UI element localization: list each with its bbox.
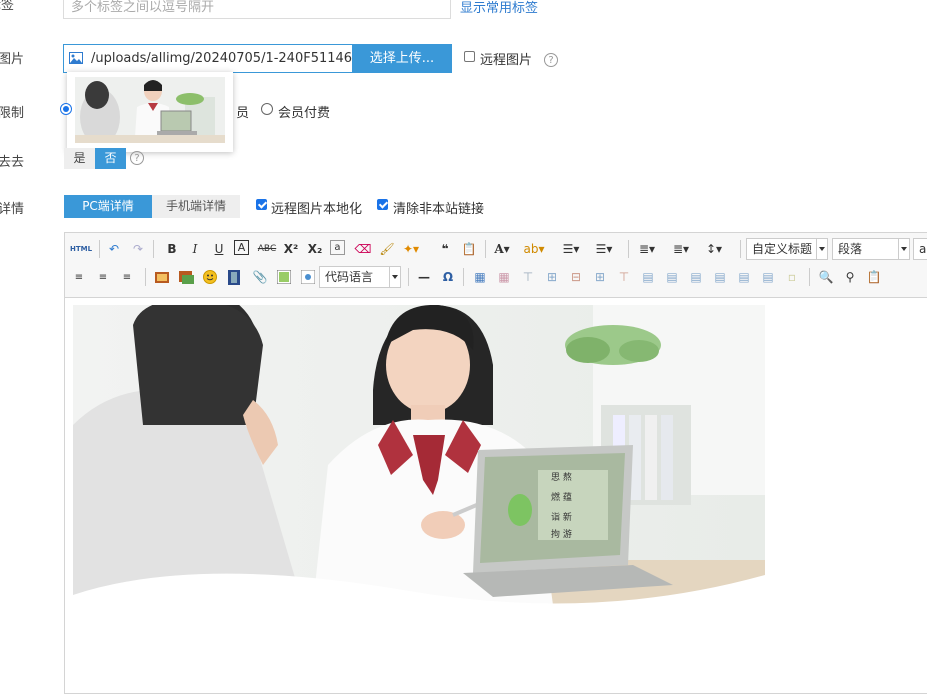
blockquote-icon[interactable]: ❝ — [436, 240, 454, 258]
attachment-icon[interactable]: 📎 — [251, 268, 269, 286]
split-cells-icon[interactable]: ▤ — [711, 268, 729, 286]
multi-image-icon[interactable] — [177, 268, 195, 286]
limit-radio-open[interactable] — [60, 103, 72, 115]
localize-images-label: 远程图片本地化 — [271, 202, 363, 217]
code-language-select-value: 代码语言 — [325, 270, 374, 284]
search-icon[interactable]: 🔍 — [817, 268, 835, 286]
split-cols-icon[interactable]: ▤ — [759, 268, 777, 286]
help-icon-toggle[interactable]: ? — [130, 151, 144, 165]
svg-text:燃 蕴: 燃 蕴 — [551, 491, 572, 503]
insert-row-icon[interactable]: ⊞ — [543, 268, 561, 286]
help-icon[interactable]: ? — [544, 53, 558, 67]
remote-image-label: 远程图片 — [480, 53, 533, 68]
insert-image-icon[interactable] — [153, 268, 171, 286]
map-icon[interactable] — [275, 268, 293, 286]
heading-select-value: 自定义标题 — [752, 242, 813, 256]
code-insert-icon[interactable] — [299, 268, 317, 286]
ordered-list-icon[interactable]: ☰▾ — [562, 240, 580, 258]
align-right-icon[interactable]: ≡ — [118, 268, 136, 286]
row-spacing-bottom-icon[interactable]: ≣▾ — [672, 240, 690, 258]
label-tags: 标签 — [0, 0, 15, 13]
svg-text:拘 游: 拘 游 — [551, 528, 572, 540]
image-path-value: /uploads/allimg/20240705/1-240F511460 — [91, 51, 353, 66]
subscript-icon[interactable]: X₂ — [306, 240, 324, 258]
tab-mobile-detail[interactable]: 手机端详情 — [152, 195, 240, 218]
svg-text:诣 新: 诣 新 — [551, 511, 572, 523]
image-path-field[interactable]: /uploads/allimg/20240705/1-240F511460 — [63, 44, 353, 73]
code-language-select[interactable]: 代码语言 — [319, 266, 401, 288]
align-center-icon[interactable]: ≡ — [94, 268, 112, 286]
eraser-icon[interactable]: ⌫ — [354, 240, 372, 258]
delete-table-icon[interactable]: ▦ — [495, 268, 513, 286]
insert-col-icon[interactable]: ⊞ — [591, 268, 609, 286]
label-image: 图片 — [0, 52, 25, 67]
toggle-yes[interactable]: 是 — [64, 148, 95, 169]
insert-paragraph-before-table-icon[interactable]: ⊤ — [519, 268, 537, 286]
row-spacing-top-icon[interactable]: ≣▾ — [638, 240, 656, 258]
font-color-icon[interactable]: A▾ — [493, 240, 511, 258]
delete-row-icon[interactable]: ⊟ — [567, 268, 585, 286]
redo-icon[interactable]: ↷ — [129, 240, 147, 258]
limit-option-paid: 会员付费 — [278, 106, 331, 121]
html-source-button[interactable]: HTML — [70, 240, 92, 258]
rich-text-editor[interactable]: HTML ↶ ↷ B I U A ABC X² X₂ a ⌫ 🖌 ✦▾ ❝ 📋 … — [64, 232, 927, 694]
merge-cells-icon[interactable]: ▤ — [639, 268, 657, 286]
image-thumbnail-popup — [67, 72, 233, 152]
tags-placeholder: 多个标签之间以逗号隔开 — [71, 0, 215, 15]
paragraph-select-value: 段落 — [838, 242, 863, 256]
border-icon[interactable]: A — [234, 240, 249, 255]
tab-pc-detail[interactable]: PC端详情 — [64, 195, 152, 218]
paragraph-select[interactable]: 段落 — [832, 238, 910, 260]
background-color-icon[interactable]: ab▾ — [524, 240, 545, 258]
insert-table-icon[interactable]: ▦ — [471, 268, 489, 286]
superscript-icon[interactable]: X² — [282, 240, 300, 258]
image-icon — [69, 52, 83, 64]
bold-icon[interactable]: B — [163, 240, 181, 258]
magic-wand-icon[interactable]: ✦▾ — [402, 240, 420, 258]
label-go: 去去 — [0, 155, 25, 170]
page-break-icon[interactable]: ▫ — [783, 268, 801, 286]
merge-right-icon[interactable]: ▤ — [663, 268, 681, 286]
search-replace-icon[interactable]: ⚲ — [841, 268, 859, 286]
video-icon[interactable] — [225, 268, 243, 286]
label-limit: 限制 — [0, 106, 25, 121]
paste-text-icon[interactable]: 📋 — [460, 240, 478, 258]
unordered-list-icon[interactable]: ☰▾ — [595, 240, 613, 258]
emoticon-icon[interactable] — [201, 268, 219, 286]
delete-col-icon[interactable]: ⊤ — [615, 268, 633, 286]
localize-images-checkbox[interactable] — [256, 199, 267, 210]
undo-icon[interactable]: ↶ — [105, 240, 123, 258]
limit-option-member: 员 — [236, 106, 250, 121]
limit-radio-paid[interactable] — [261, 103, 273, 115]
line-height-icon[interactable]: ↕▾ — [705, 240, 723, 258]
remote-image-checkbox[interactable] — [464, 51, 475, 62]
heading-select[interactable]: 自定义标题 — [746, 238, 828, 260]
thumbnail-image — [75, 77, 225, 143]
editor-toolbar: HTML ↶ ↷ B I U A ABC X² X₂ a ⌫ 🖌 ✦▾ ❝ 📋 … — [65, 233, 927, 298]
strip-links-checkbox[interactable] — [377, 199, 388, 210]
upload-button[interactable]: 选择上传... — [352, 44, 452, 73]
strikethrough-icon[interactable]: ABC — [258, 240, 276, 258]
font-family-select-value: ar — [919, 242, 927, 256]
paste-word-icon[interactable]: 📋 — [865, 268, 883, 286]
font-family-select[interactable]: ar — [913, 238, 927, 260]
split-rows-icon[interactable]: ▤ — [735, 268, 753, 286]
format-brush-icon[interactable]: 🖌 — [378, 240, 396, 258]
autotypeset-icon[interactable]: a — [330, 240, 345, 255]
tags-input[interactable]: 多个标签之间以逗号隔开 — [63, 0, 451, 19]
indent-icon[interactable]: ≡ — [70, 268, 88, 286]
label-detail: 详情 — [0, 202, 25, 217]
special-char-icon[interactable]: Ω — [439, 268, 457, 286]
underline-icon[interactable]: U — [210, 240, 228, 258]
horizontal-rule-icon[interactable]: — — [415, 268, 433, 286]
italic-icon[interactable]: I — [186, 240, 204, 258]
content-image: 思 熬 燃 蕴 诣 新 拘 游 — [73, 305, 765, 615]
strip-links-label: 清除非本站链接 — [393, 202, 485, 217]
show-common-tags-link[interactable]: 显示常用标签 — [460, 0, 538, 16]
svg-text:思 熬: 思 熬 — [551, 471, 572, 483]
merge-down-icon[interactable]: ▤ — [687, 268, 705, 286]
toggle-no[interactable]: 否 — [95, 148, 126, 169]
